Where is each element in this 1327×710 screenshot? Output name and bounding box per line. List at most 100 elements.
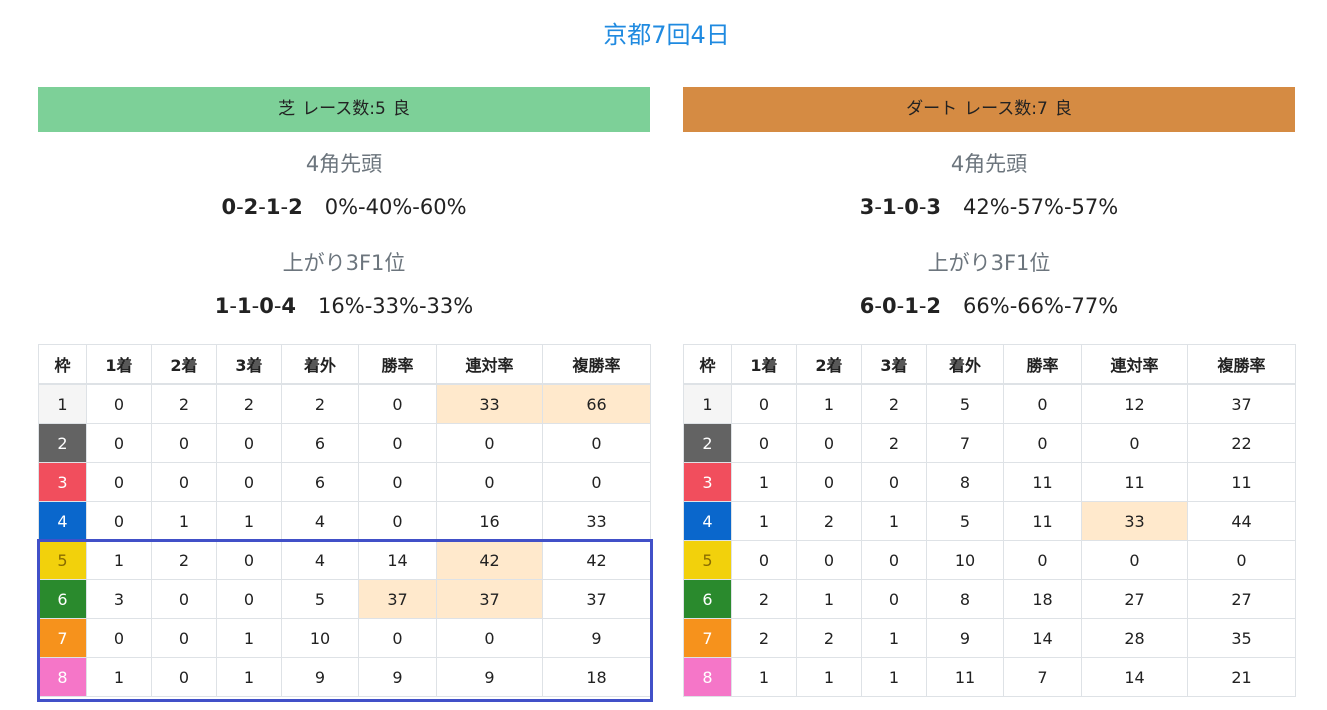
column-header: 3着 xyxy=(861,344,927,385)
table-cell: 0 xyxy=(436,618,543,658)
table-row: 6 3 0 0 5 37 37 37 xyxy=(38,579,651,619)
column-header: 着外 xyxy=(281,344,359,385)
dirt-front-record-1: 3 xyxy=(859,195,875,219)
table-cell: 2 xyxy=(861,423,927,463)
dirt-panel: ダート レース数:7 良 4角先頭 3-1-0-3 42%-57%-57% 上がり3F… xyxy=(683,87,1296,697)
table-cell: 0 xyxy=(1081,423,1188,463)
table-cell: 0 xyxy=(796,423,862,463)
table-cell: 0 xyxy=(216,423,282,463)
table-row: 1 0 2 2 2 0 33 66 xyxy=(38,383,651,424)
waku-cell: 1 xyxy=(683,383,732,424)
table-cell: 9 xyxy=(926,618,1004,658)
table-header-row: 枠 1着 2着 3着 着外 勝率 連対率 複勝率 xyxy=(683,344,1296,385)
turf-track-condition: 良 xyxy=(392,99,410,119)
table-cell: 0 xyxy=(1003,383,1082,424)
table-cell: 0 xyxy=(151,618,217,658)
table-cell: 0 xyxy=(358,462,437,502)
table-cell: 2 xyxy=(216,383,282,424)
table-cell: 0 xyxy=(436,423,543,463)
table-cell: 1 xyxy=(731,657,797,697)
column-header: 連対率 xyxy=(436,344,543,385)
dirt-panel-header: ダート レース数:7 良 xyxy=(683,87,1295,132)
table-cell: 7 xyxy=(1003,657,1082,697)
table-cell: 0 xyxy=(358,618,437,658)
page-title: 京都7回4日 xyxy=(603,21,730,49)
turf-front-stat: 0-2-1-2 0%-40%-60% xyxy=(221,195,467,219)
table-cell: 9 xyxy=(358,657,437,697)
dirt-front-rates: 42%-57%-57% xyxy=(963,195,1119,219)
table-cell: 44 xyxy=(1187,501,1296,541)
waku-cell: 1 xyxy=(38,383,87,424)
table-cell: 9 xyxy=(542,618,651,658)
table-cell: 0 xyxy=(358,423,437,463)
turf-surface-label: 芝 xyxy=(278,99,296,119)
table-cell: 12 xyxy=(1081,383,1188,424)
table-row: 6 2 1 0 8 18 27 27 xyxy=(683,579,1296,619)
dirt-last3f-stat: 6-0-1-2 66%-66%-77% xyxy=(859,294,1119,318)
column-header: 2着 xyxy=(796,344,862,385)
table-cell: 0 xyxy=(358,383,437,424)
turf-last3f-record-4: 4 xyxy=(281,294,297,318)
table-cell: 27 xyxy=(1081,579,1188,619)
table-cell: 6 xyxy=(281,462,359,502)
table-cell: 0 xyxy=(151,579,217,619)
table-cell: 28 xyxy=(1081,618,1188,658)
waku-cell: 4 xyxy=(683,501,732,541)
turf-front-heading: 4角先頭 xyxy=(305,152,383,176)
turf-last3f-record-3: 0 xyxy=(259,294,274,318)
table-cell: 1 xyxy=(216,501,282,541)
column-header: 複勝率 xyxy=(542,344,651,385)
table-cell: 8 xyxy=(926,462,1004,502)
turf-panel: 芝レース数:5 良 4角先頭 0-2-1-2 0%-40%-60% 上がり3F1位 … xyxy=(38,87,651,697)
waku-cell: 7 xyxy=(38,618,87,658)
turf-front-record-2: 2 xyxy=(243,195,259,219)
turf-last3f-record-2: 1 xyxy=(236,294,252,318)
table-cell: 1 xyxy=(796,383,862,424)
table-row: 30006000 xyxy=(38,462,651,502)
table-cell: 0 xyxy=(436,462,543,502)
turf-last3f-stat: 1-1-0-4 16%-33%-33% xyxy=(214,294,474,318)
table-cell: 0 xyxy=(1003,540,1082,580)
waku-cell: 5 xyxy=(38,540,87,580)
table-cell: 0 xyxy=(731,423,797,463)
table-cell: 2 xyxy=(731,618,797,658)
dirt-front-heading: 4角先頭 xyxy=(950,152,1028,176)
table-cell: 0 xyxy=(731,383,797,424)
column-header: 複勝率 xyxy=(1187,344,1296,385)
table-cell: 37 xyxy=(358,579,437,619)
table-cell: 0 xyxy=(86,383,152,424)
table-row: 4 1 2 1 5 11 33 44 xyxy=(683,501,1296,541)
turf-panel-header: 芝レース数:5 良 xyxy=(38,87,650,132)
dirt-waku-table: 枠 1着 2着 3着 着外 勝率 連対率 複勝率 1 0 1 2 5 0 12 37 2 0 0 2 7 0 0 22 3 1 0… xyxy=(683,344,1296,697)
table-cell: 1 xyxy=(151,501,217,541)
table-cell: 0 xyxy=(796,462,862,502)
dirt-last3f-record-1: 6 xyxy=(859,294,875,318)
table-row: 8 1 0 1 9 9 9 18 xyxy=(38,657,651,697)
table-row: 7 2 2 1 9 14 28 35 xyxy=(683,618,1296,658)
waku-cell: 2 xyxy=(38,423,87,463)
table-cell: 5 xyxy=(926,501,1004,541)
table-cell: 8 xyxy=(926,579,1004,619)
dirt-last3f-record-4: 2 xyxy=(926,294,942,318)
table-cell: 0 xyxy=(86,423,152,463)
table-row: 8 1 1 1 11 7 14 21 xyxy=(683,657,1296,697)
table-cell: 37 xyxy=(436,579,543,619)
table-cell: 37 xyxy=(542,579,651,619)
waku-cell: 5 xyxy=(683,540,732,580)
table-cell: 0 xyxy=(1187,540,1296,580)
dirt-last3f-heading: 上がり3F1位 xyxy=(927,251,1051,275)
table-row: 1 0 1 2 5 0 12 37 xyxy=(683,383,1296,424)
dirt-race-count: レース数:7 xyxy=(964,99,1048,119)
table-cell: 0 xyxy=(861,462,927,502)
table-cell: 11 xyxy=(1003,501,1082,541)
table-cell: 21 xyxy=(1187,657,1296,697)
table-cell: 5 xyxy=(281,579,359,619)
column-header: 着外 xyxy=(926,344,1004,385)
table-cell: 3 xyxy=(86,579,152,619)
table-cell: 11 xyxy=(1187,462,1296,502)
turf-front-rates: 0%-40%-60% xyxy=(324,195,467,219)
dirt-last3f-rates: 66%-66%-77% xyxy=(963,294,1119,318)
table-cell: 1 xyxy=(86,540,152,580)
table-cell: 2 xyxy=(281,383,359,424)
table-cell: 5 xyxy=(926,383,1004,424)
